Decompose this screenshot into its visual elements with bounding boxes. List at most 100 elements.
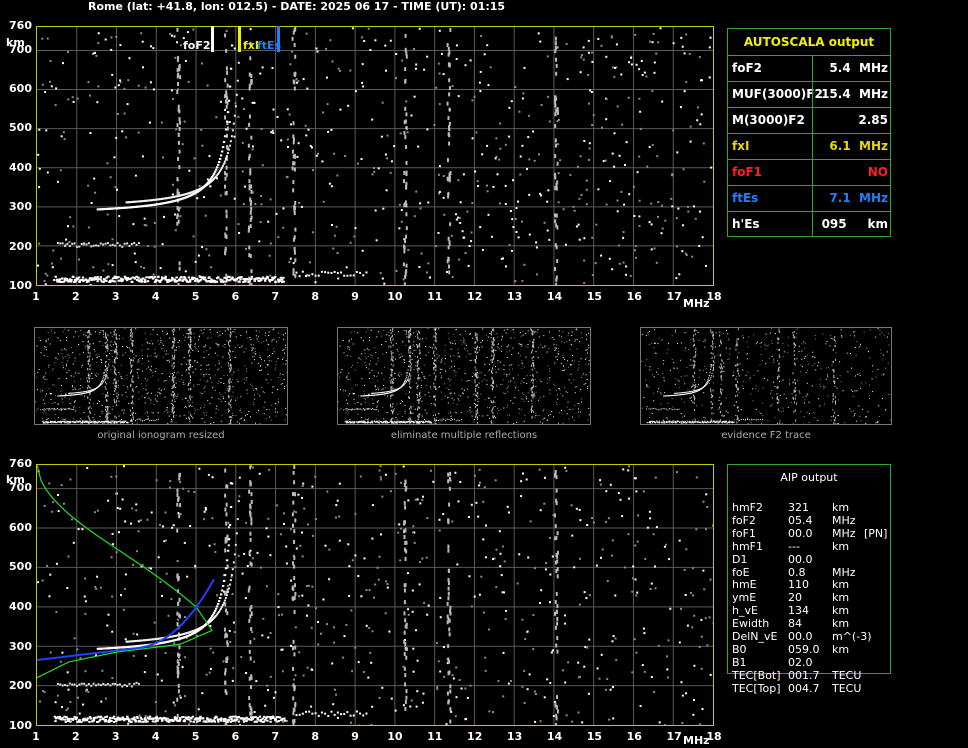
top-x-tick: 12 [467, 290, 483, 303]
aip-row: Ewidth 84 km [732, 617, 888, 631]
bottom-x-tick: 2 [72, 730, 80, 743]
bottom-x-tick: 6 [231, 730, 240, 743]
aip-row: ymE 20 km [732, 591, 888, 605]
aip-cell: 059.0 [788, 642, 820, 656]
autoscala-value: 6.1 MHz [829, 139, 888, 153]
top-x-tick: 15 [586, 290, 602, 303]
bottom-y-tick: 760 [9, 457, 32, 470]
bottom-x-tick: 14 [546, 730, 563, 743]
top-y-unit: km [6, 36, 25, 49]
marker-fof2-line [211, 26, 214, 52]
aip-cell: km [832, 539, 850, 553]
aip-cell: --- [788, 539, 800, 553]
aip-cell: TEC[Top] [732, 681, 781, 695]
autoscala-title: AUTOSCALA output [728, 29, 890, 56]
echo-trace [53, 476, 368, 724]
aip-row: hmF1 --- km [732, 539, 888, 553]
bottom-x-tick: 13 [506, 730, 523, 743]
top-x-tick: 2 [72, 290, 80, 303]
top-x-tick: 17 [666, 290, 682, 303]
aip-cell: Ewidth [732, 617, 770, 631]
aip-cell: 001.7 [788, 668, 820, 682]
bottom-x-tick: 7 [271, 730, 280, 743]
bottom-x-tick: 12 [467, 730, 483, 743]
autoscala-row: MUF(3000)F2 15.4 MHz [728, 81, 890, 108]
bottom-x-tick: 9 [351, 730, 359, 743]
bottom-x-tick: 11 [427, 730, 443, 743]
aip-cell: 20 [788, 591, 802, 605]
aip-cell: hmF2 [732, 501, 764, 514]
autoscala-row: foF1 NO [728, 159, 890, 186]
aip-cell: MHz [832, 565, 856, 579]
aip-row: foF2 05.4 MHz [732, 513, 888, 527]
aip-cell: 321 [788, 501, 809, 514]
bottom-y-tick: 400 [9, 599, 32, 613]
top-x-tick: 1 [32, 290, 40, 303]
aip-cell: foF1 [732, 526, 756, 540]
aip-row: foE 0.8 MHz [732, 565, 888, 579]
top-x-tick: 16 [626, 290, 642, 303]
top-x-tick: 4 [151, 290, 160, 303]
ionogram-bottom-plot [36, 464, 714, 726]
aip-row: TEC[Top] 004.7 TECU [732, 681, 888, 695]
caption-original: original ionogram resized [97, 430, 225, 441]
aip-cell: foF2 [732, 513, 756, 527]
grid [37, 27, 713, 285]
aip-cell: 0.8 [788, 565, 806, 579]
autoscala-value: 095 km [821, 217, 888, 231]
autoscala-panel: AUTOSCALA output foF2 5.4 MHz MUF(3000)F2 1… [727, 28, 891, 237]
autoscala-key: foF1 [732, 165, 763, 179]
aip-cell: 05.4 [788, 513, 813, 527]
autoscala-key: foF2 [732, 61, 763, 75]
aip-cell: ymE [732, 591, 757, 605]
aip-row: B0 059.0 km [732, 642, 888, 656]
aip-cell: km [832, 617, 850, 631]
bottom-x-tick: 4 [151, 730, 160, 743]
aip-cell: 004.7 [788, 681, 820, 695]
top-y-tick: 760 [9, 19, 32, 32]
marker-fof2-label: foF2 [183, 39, 211, 52]
bottom-y-tick: 200 [9, 679, 32, 693]
bottom-y-unit: km [6, 473, 25, 486]
bottom-x-tick: 15 [586, 730, 602, 743]
top-x-tick: 13 [506, 290, 523, 303]
aip-row: hmF2 321 km [732, 501, 888, 514]
aip-cell: m^(-3) [832, 630, 872, 643]
aip-cell: hmE [732, 578, 757, 592]
autoscala-value: NO [867, 165, 888, 179]
ionogram-header: Rome (lat: +41.8, lon: 012.5) - DATE: 20… [88, 0, 506, 13]
thumb-eliminate [337, 320, 591, 426]
marker-fxi-line [238, 26, 241, 52]
aip-row: D1 00.0 [732, 552, 888, 566]
aip-cell: 84 [788, 617, 802, 631]
aip-cell: 00.0 [788, 630, 813, 643]
echo-trace [53, 38, 368, 284]
top-x-tick: 9 [351, 290, 359, 303]
aip-cell: km [832, 604, 850, 618]
aip-cell: foE [732, 565, 750, 579]
bottom-x-tick: 5 [191, 730, 200, 743]
autoscala-value: 15.4 MHz [821, 87, 888, 101]
autoscala-row: ftEs 7.1 MHz [728, 185, 890, 212]
top-x-tick: 14 [546, 290, 563, 303]
aip-cell: D1 [732, 552, 748, 566]
aip-cell: MHz [832, 513, 856, 527]
aip-cell: 00.0 [788, 552, 813, 566]
bottom-x-tick: 1 [32, 730, 40, 743]
caption-f2-trace: evidence F2 trace [721, 430, 811, 441]
aip-cell: km [832, 578, 850, 592]
bottom-y-tick: 500 [9, 560, 32, 574]
echo-trace [42, 320, 160, 424]
autoscala-key: ftEs [732, 191, 759, 205]
autoscala-value: 2.85 [858, 113, 888, 127]
top-y-tick: 300 [9, 200, 32, 214]
autoscala-row: fxI 6.1 MHz [728, 133, 890, 160]
aip-row: foF1 00.0 MHz [PN] [732, 526, 888, 540]
top-y-tick: 600 [9, 82, 32, 96]
aip-cell: [PN] [864, 526, 888, 540]
aip-cell: 110 [788, 578, 809, 592]
autoscala-row: h'Es 095 km [728, 211, 890, 237]
aip-cell: 134 [788, 604, 809, 618]
bottom-y-tick: 600 [9, 520, 32, 534]
bottom-x-tick: 8 [311, 730, 319, 743]
